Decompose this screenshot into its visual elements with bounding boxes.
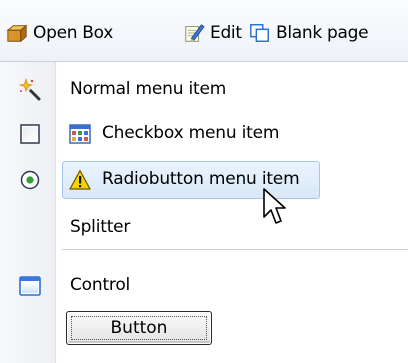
blank-page-button[interactable]: Blank page (249, 21, 369, 45)
window-icon (19, 276, 41, 296)
menu-item-label: Radiobutton menu item (102, 169, 300, 189)
box-icon (6, 24, 28, 43)
blank-page-icon (250, 24, 269, 42)
checkbox-icon[interactable] (18, 122, 42, 146)
edit-icon (185, 24, 205, 42)
toolbar: Open Box Edit Blank page (0, 0, 408, 62)
menu-item-splitter: Splitter (0, 208, 408, 248)
control-label: Control (70, 275, 131, 295)
open-box-button[interactable]: Open Box (6, 21, 113, 45)
warning-icon (69, 169, 91, 190)
menu-item-radio[interactable]: Radiobutton menu item (0, 160, 408, 200)
splitter-label: Splitter (70, 217, 131, 237)
edit-label: Edit (210, 23, 242, 43)
radio-icon[interactable] (18, 168, 42, 192)
menu-separator (62, 249, 408, 250)
control-button[interactable]: Button (66, 311, 212, 345)
menu-item-normal[interactable]: Normal menu item (0, 70, 408, 110)
open-box-label: Open Box (33, 23, 114, 43)
focus-rectangle (71, 316, 207, 340)
menu-demo-window: Open Box Edit Blank page Normal menu ite… (0, 0, 408, 363)
menu-item-label: Checkbox menu item (102, 123, 280, 143)
dropdown-menu: Normal menu item Checkbox menu item Radi… (0, 62, 408, 363)
blank-page-label: Blank page (276, 23, 369, 43)
grid-table-icon (69, 124, 91, 144)
mouse-cursor-icon (263, 188, 286, 224)
menu-item-checkbox[interactable]: Checkbox menu item (0, 114, 408, 154)
menu-item-label: Normal menu item (70, 79, 227, 99)
menu-item-control: Control (0, 266, 408, 306)
edit-button[interactable]: Edit (183, 21, 242, 45)
magic-wand-icon (18, 78, 41, 101)
